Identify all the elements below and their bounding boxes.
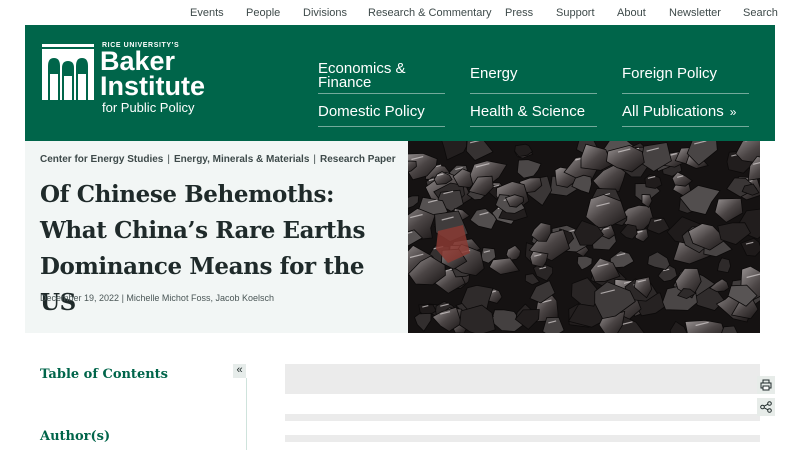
site-header: RICE UNIVERSITY'S Baker Institute for Pu… (25, 25, 775, 141)
breadcrumb: Center for Energy Studies | Energy, Minera… (40, 154, 396, 165)
rare-earth-rocks-image (408, 141, 760, 333)
utility-link-newsletter[interactable]: Newsletter (669, 7, 721, 19)
double-chevron-right-icon: » (729, 105, 737, 119)
utility-link-events[interactable]: Events (190, 7, 224, 19)
rice-owl-mark-icon (42, 44, 94, 100)
nav-health-science[interactable]: Health & Science (470, 103, 597, 127)
printer-icon (760, 379, 772, 391)
utility-link-divisions[interactable]: Divisions (303, 7, 347, 19)
breadcrumb-energy-minerals[interactable]: Energy, Minerals & Materials (174, 154, 309, 165)
utility-link-about[interactable]: About (617, 7, 646, 19)
content-placeholder-line (285, 414, 760, 421)
breadcrumb-center-energy[interactable]: Center for Energy Studies (40, 154, 163, 165)
logo-public-policy-text: for Public Policy (102, 100, 195, 115)
nav-all-publications[interactable]: All Publications » (622, 103, 749, 127)
nav-energy-label: Energy (470, 65, 518, 82)
breadcrumb-research-paper[interactable]: Research Paper (320, 154, 396, 165)
utility-link-research[interactable]: Research & Commentary (368, 7, 492, 19)
nav-domestic-label: Domestic Policy (318, 103, 425, 120)
nav-energy[interactable]: Energy (470, 65, 597, 94)
collapse-sidebar-button[interactable]: « (233, 364, 246, 378)
nav-foreign-policy[interactable]: Foreign Policy (622, 65, 749, 94)
nav-foreign-label: Foreign Policy (622, 65, 718, 82)
author-link[interactable]: Michelle Michot Foss (126, 293, 210, 303)
logo-institute-text: Institute (100, 71, 205, 101)
hero-image (408, 141, 760, 333)
logo-baker-text: Baker (100, 46, 176, 76)
nav-economics-finance[interactable]: Economics & Finance (318, 60, 445, 94)
nav-domestic-policy[interactable]: Domestic Policy (318, 103, 445, 127)
article-date: December 19, 2022 (40, 293, 120, 303)
content-placeholder-line (285, 435, 760, 442)
utility-nav: Events People Divisions Research & Comme… (0, 0, 800, 25)
utility-link-support[interactable]: Support (556, 7, 595, 19)
breadcrumb-separator: | (313, 154, 316, 165)
nav-publications-label: All Publications (622, 103, 724, 120)
baker-institute-logo[interactable]: RICE UNIVERSITY'S Baker Institute for Pu… (42, 41, 212, 121)
utility-link-press[interactable]: Press (505, 7, 533, 19)
breadcrumb-separator: | (167, 154, 170, 165)
table-of-contents-heading: Table of Contents (40, 367, 168, 382)
sidebar-divider (246, 378, 247, 450)
article-byline: December 19, 2022 | Michelle Michot Foss… (40, 293, 274, 303)
share-button[interactable] (757, 398, 775, 416)
utility-link-people[interactable]: People (246, 7, 280, 19)
share-icon (760, 401, 772, 413)
author-link[interactable]: Jacob Koelsch (215, 293, 274, 303)
nav-health-label: Health & Science (470, 103, 586, 120)
article-hero: Center for Energy Studies | Energy, Minera… (25, 141, 408, 333)
nav-economics-label: Economics & Finance (318, 60, 406, 91)
print-button[interactable] (757, 376, 775, 394)
content-placeholder (285, 364, 760, 394)
utility-link-search[interactable]: Search (743, 7, 778, 19)
authors-heading: Author(s) (40, 429, 111, 444)
